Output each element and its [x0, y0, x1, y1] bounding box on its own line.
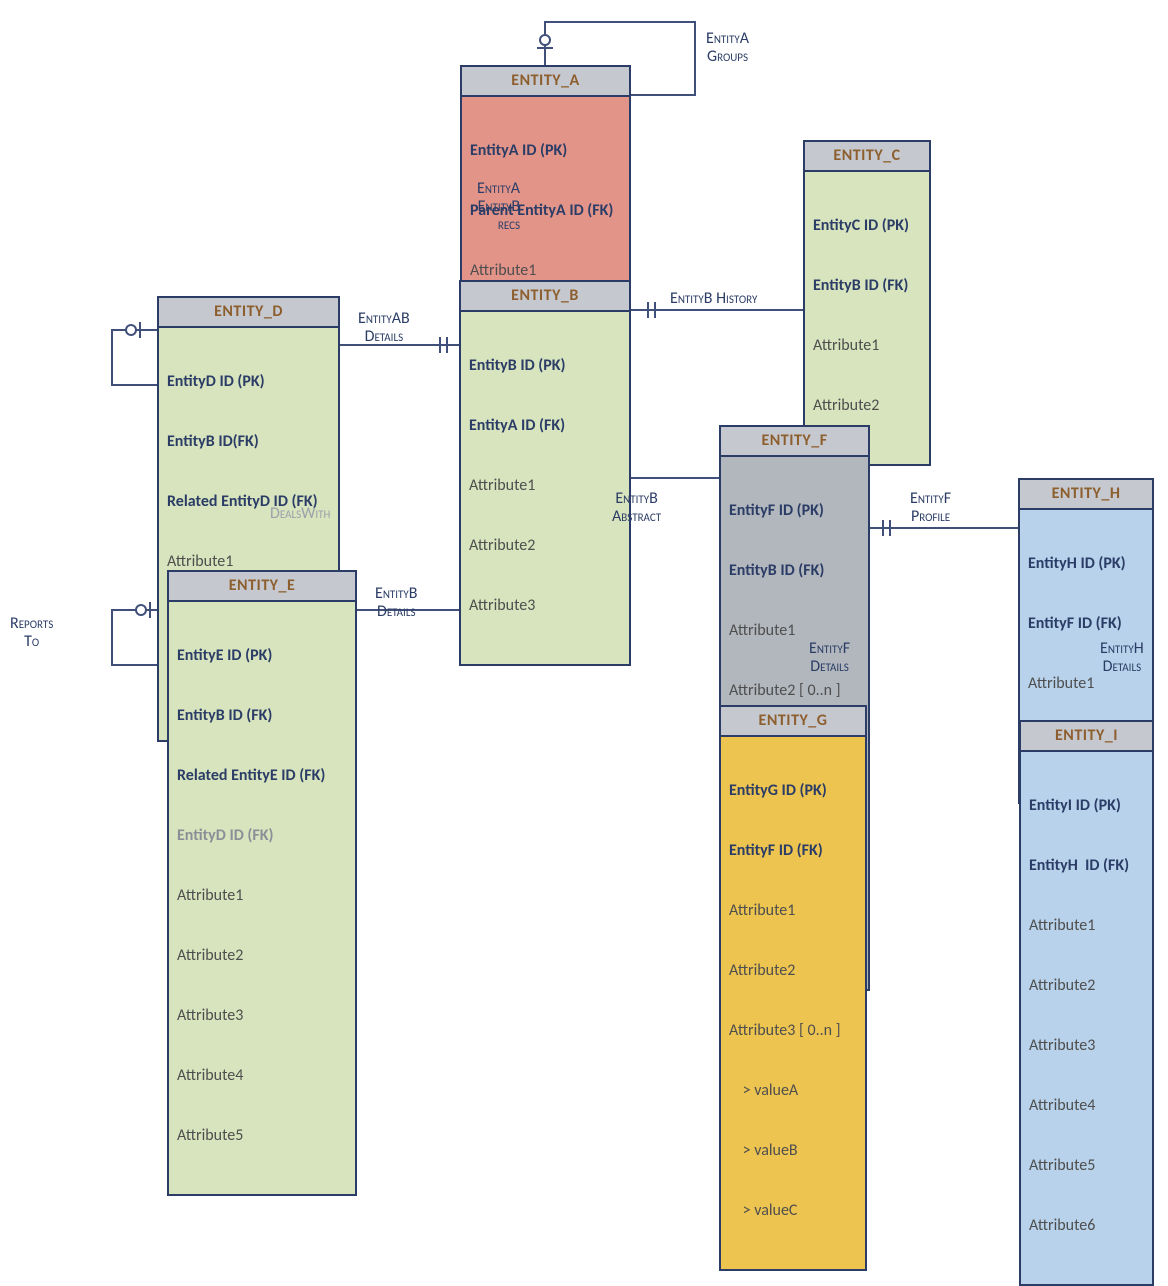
entity-b-title: ENTITY_B [461, 282, 629, 312]
rel-b-details: EntityB Details [375, 585, 417, 621]
entity-f-title: ENTITY_F [721, 427, 868, 457]
rel-b-abstract: EntityB Abstract [612, 490, 661, 526]
entity-d-title: ENTITY_D [159, 298, 338, 328]
entity-e: ENTITY_E EntityE ID (PK) EntityB ID (FK)… [167, 570, 357, 1196]
rel-ab-details: EntityAB Details [358, 310, 410, 346]
entity-c: ENTITY_C EntityC ID (PK) EntityB ID (FK)… [803, 140, 931, 466]
rel-deals-with: DealsWith [270, 505, 330, 523]
entity-i: ENTITY_I EntityI ID (PK) EntityH ID (FK)… [1019, 720, 1154, 1286]
entity-c-title: ENTITY_C [805, 142, 929, 172]
entity-i-title: ENTITY_I [1021, 722, 1152, 752]
entity-g-title: ENTITY_G [721, 707, 865, 737]
entity-e-title: ENTITY_E [169, 572, 355, 602]
enum-value: > valueB [729, 1141, 857, 1161]
entity-b: ENTITY_B EntityB ID (PK) EntityA ID (FK)… [459, 280, 631, 666]
rel-ab-recs: EntityA EntityB recs [477, 180, 520, 234]
enum-value: > valueA [729, 1081, 857, 1101]
rel-f-profile: EntityF Profile [910, 490, 951, 526]
enum-value: > valueC [729, 1201, 857, 1221]
entity-i-body: EntityI ID (PK) EntityH ID (FK) Attribut… [1021, 752, 1152, 1284]
entity-g: ENTITY_G EntityG ID (PK) EntityF ID (FK)… [719, 705, 867, 1271]
entity-g-body: EntityG ID (PK) EntityF ID (FK) Attribut… [721, 737, 865, 1269]
rel-h-details: EntityH Details [1100, 640, 1144, 676]
entity-c-body: EntityC ID (PK) EntityB ID (FK) Attribut… [805, 172, 929, 464]
rel-f-details: EntityF Details [809, 640, 850, 676]
rel-b-history: EntityB History [670, 290, 757, 308]
rel-reports-to: Reports To [10, 615, 53, 651]
rel-entitya-groups: EntityA Groups [706, 30, 749, 66]
entity-h-title: ENTITY_H [1020, 480, 1152, 510]
entity-e-body: EntityE ID (PK) EntityB ID (FK) Related … [169, 602, 355, 1194]
entity-a-title: ENTITY_A [462, 67, 629, 97]
entity-b-body: EntityB ID (PK) EntityA ID (FK) Attribut… [461, 312, 629, 664]
